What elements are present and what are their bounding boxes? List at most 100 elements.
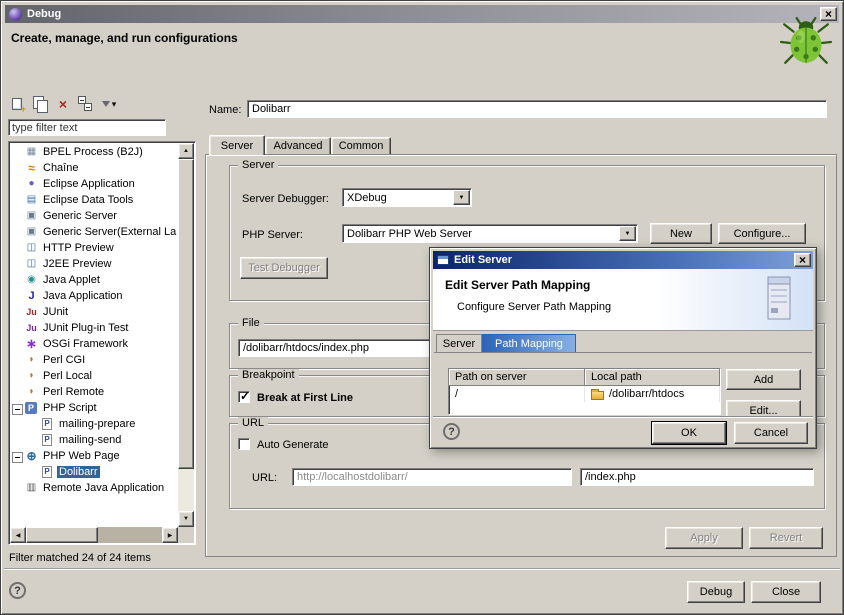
tab-advanced[interactable]: Advanced xyxy=(265,137,331,154)
tree-item-junit[interactable]: JUnit xyxy=(11,304,177,320)
cell-local-path: /dolibarr/htdocs xyxy=(585,386,720,402)
edit-server-help-button[interactable] xyxy=(443,423,460,440)
name-label: Name: xyxy=(209,104,241,116)
tree-item-mailing-prepare[interactable]: mailing-prepare xyxy=(11,416,177,432)
tree-item-mailing-send[interactable]: mailing-send xyxy=(11,432,177,448)
duplicate-configuration-button[interactable] xyxy=(31,95,49,113)
server-icon xyxy=(24,209,39,223)
tree-item-perl-cgi[interactable]: Perl CGI xyxy=(11,352,177,368)
auto-generate-checkbox[interactable] xyxy=(238,438,250,450)
debug-window: Debug Create, manage, and run configurat… xyxy=(0,0,844,615)
tree-indent xyxy=(27,418,40,431)
cell-path-on-server: / xyxy=(449,386,585,402)
tree-item-remote-java-application[interactable]: Remote Java Application xyxy=(11,480,177,496)
collapse-all-button[interactable] xyxy=(77,95,95,113)
tree-indent xyxy=(11,162,24,175)
column-header-path-on-server[interactable]: Path on server xyxy=(449,369,585,386)
configure-button[interactable]: Configure... xyxy=(718,223,806,244)
perl-icon xyxy=(24,385,39,399)
duplicate-icon xyxy=(33,96,48,112)
ok-button[interactable]: OK xyxy=(652,422,726,444)
revert-button[interactable]: Revert xyxy=(749,527,823,549)
scroll-right-button[interactable] xyxy=(162,527,178,543)
tree-item-generic-server-external-la[interactable]: Generic Server(External La xyxy=(11,224,177,240)
filter-input[interactable] xyxy=(8,119,166,136)
test-debugger-button[interactable]: Test Debugger xyxy=(240,257,328,279)
filter-menu-button[interactable] xyxy=(100,95,118,113)
tree-indent xyxy=(11,370,24,383)
vertical-scrollbar-thumb[interactable] xyxy=(178,159,194,469)
dropdown-arrow-icon xyxy=(112,98,117,110)
expander-minus-icon[interactable] xyxy=(11,402,24,415)
tab-common-label: Common xyxy=(339,140,384,152)
tree-item-label: HTTP Preview xyxy=(41,242,116,254)
window-icon xyxy=(437,255,449,265)
url-path-input[interactable] xyxy=(580,468,814,486)
help-button[interactable] xyxy=(9,582,26,599)
tree-indent xyxy=(11,338,24,351)
break-at-first-line-checkbox[interactable] xyxy=(238,391,250,403)
tree-item-label: Eclipse Data Tools xyxy=(41,194,135,206)
tree-item-label: Dolibarr xyxy=(57,466,100,478)
tree-item-php-script[interactable]: PHP Script xyxy=(11,400,177,416)
tree-horizontal-scrollbar[interactable] xyxy=(10,527,178,543)
tree-item-eclipse-application[interactable]: Eclipse Application xyxy=(11,176,177,192)
tree-item-java-application[interactable]: Java Application xyxy=(11,288,177,304)
cancel-button[interactable]: Cancel xyxy=(734,422,808,444)
edit-server-titlebar[interactable]: Edit Server xyxy=(433,251,813,269)
edit-server-close-button[interactable] xyxy=(794,253,811,267)
apply-button[interactable]: Apply xyxy=(665,527,743,549)
tree-indent xyxy=(11,290,24,303)
scroll-up-button[interactable] xyxy=(178,143,194,159)
remotejava-icon xyxy=(24,481,39,495)
tree-item-eclipse-data-tools[interactable]: Eclipse Data Tools xyxy=(11,192,177,208)
column-header-local-path[interactable]: Local path xyxy=(585,369,720,386)
tree-item-junit-plug-in-test[interactable]: JUnit Plug-in Test xyxy=(11,320,177,336)
delete-icon xyxy=(59,97,67,112)
tree-item-osgi-framework[interactable]: OSGi Framework xyxy=(11,336,177,352)
scroll-left-button[interactable] xyxy=(10,527,26,543)
tree-item-perl-local[interactable]: Perl Local xyxy=(11,368,177,384)
tree-item-bpel-process-b2j[interactable]: BPEL Process (B2J) xyxy=(11,144,177,160)
tree-item-cha-ne[interactable]: Chaîne xyxy=(11,160,177,176)
horizontal-scrollbar-thumb[interactable] xyxy=(26,527,98,543)
tree-item-dolibarr[interactable]: Dolibarr xyxy=(11,464,177,480)
server-debugger-combo[interactable]: XDebug xyxy=(342,188,472,207)
tree-item-j2ee-preview[interactable]: J2EE Preview xyxy=(11,256,177,272)
tree-item-perl-remote[interactable]: Perl Remote xyxy=(11,384,177,400)
new-configuration-button[interactable]: + xyxy=(8,95,26,113)
tab-common[interactable]: Common xyxy=(331,137,391,154)
tree-indent xyxy=(11,146,24,159)
scroll-down-button[interactable] xyxy=(178,511,194,527)
tree-item-label: OSGi Framework xyxy=(41,338,130,350)
window-titlebar[interactable]: Debug xyxy=(5,5,839,23)
combo-arrow-icon[interactable] xyxy=(619,226,636,241)
add-mapping-button[interactable]: Add xyxy=(726,369,801,390)
tree-item-generic-server[interactable]: Generic Server xyxy=(11,208,177,224)
tree-indent xyxy=(11,386,24,399)
tree-indent xyxy=(11,354,24,367)
edit-server-tab-server[interactable]: Server xyxy=(436,334,482,352)
tab-folder-line xyxy=(434,352,812,353)
new-server-button[interactable]: New xyxy=(650,223,712,244)
close-button[interactable]: Close xyxy=(751,581,821,603)
delete-configuration-button[interactable] xyxy=(54,95,72,113)
edit-server-tab-path-mapping[interactable]: Path Mapping xyxy=(482,334,576,352)
break-at-first-line-label: Break at First Line xyxy=(257,392,353,404)
combo-arrow-icon[interactable] xyxy=(453,190,470,205)
tree-vertical-scrollbar[interactable] xyxy=(178,143,194,527)
table-row[interactable]: / /dolibarr/htdocs xyxy=(449,386,720,402)
tree-item-java-applet[interactable]: Java Applet xyxy=(11,272,177,288)
tree-item-label: Java Applet xyxy=(41,274,102,286)
tab-server[interactable]: Server xyxy=(209,135,265,155)
tree-item-http-preview[interactable]: HTTP Preview xyxy=(11,240,177,256)
expander-minus-icon[interactable] xyxy=(11,450,24,463)
tree-item-label: Remote Java Application xyxy=(41,482,166,494)
php-server-combo[interactable]: Dolibarr PHP Web Server xyxy=(342,224,638,243)
debug-button[interactable]: Debug xyxy=(687,581,745,603)
window-title: Debug xyxy=(27,8,820,20)
tree-item-php-web-page[interactable]: PHP Web Page xyxy=(11,448,177,464)
url-base-input[interactable] xyxy=(292,468,572,486)
name-input[interactable] xyxy=(247,100,827,118)
edit-server-title: Edit Server xyxy=(454,254,794,266)
